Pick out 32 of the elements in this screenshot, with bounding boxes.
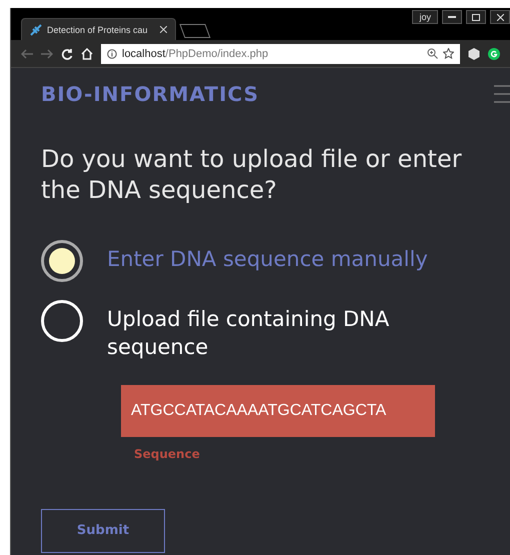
site-brand[interactable]: BIO-INFORMATICS: [41, 82, 259, 106]
option-label[interactable]: Enter DNA sequence manually: [107, 240, 437, 274]
url-host: localhost: [122, 48, 166, 60]
radio-button[interactable]: [41, 240, 83, 282]
star-icon[interactable]: [443, 48, 454, 59]
close-icon: [496, 14, 504, 20]
menu-icon[interactable]: [494, 84, 510, 104]
forward-icon[interactable]: [41, 48, 53, 58]
home-icon[interactable]: [81, 48, 93, 60]
extension-icon[interactable]: [488, 48, 500, 60]
field-label: Sequence: [134, 446, 201, 461]
minimize-button[interactable]: [442, 10, 462, 24]
sequence-input-field[interactable]: ATGCCATACAAAATGCATCAGCTA: [121, 384, 435, 437]
submit-button[interactable]: Submit: [41, 508, 165, 553]
maximize-icon: [472, 14, 480, 20]
helix-icon: [30, 24, 42, 36]
maximize-button[interactable]: [466, 10, 486, 24]
user-profile-button[interactable]: joy: [412, 10, 438, 24]
address-bar[interactable]: localhost/PhpDemo/index.php: [101, 44, 460, 64]
close-button[interactable]: [490, 10, 510, 24]
zoom-icon[interactable]: [427, 48, 438, 59]
url-path: /PhpDemo/index.php: [165, 48, 268, 60]
option-label[interactable]: Upload file containing DNA sequence: [107, 300, 437, 361]
info-icon: [107, 48, 117, 58]
back-icon[interactable]: [21, 48, 33, 58]
minimize-icon: [448, 16, 456, 18]
reload-icon[interactable]: [61, 48, 73, 60]
browser-tab[interactable]: Detection of Proteins cau: [21, 18, 176, 40]
cube-icon[interactable]: [468, 48, 480, 60]
tab-title: Detection of Proteins cau: [47, 24, 149, 34]
question-heading: Do you want to upload file or enter the DNA sequence?: [41, 144, 463, 206]
close-icon[interactable]: [160, 26, 167, 33]
